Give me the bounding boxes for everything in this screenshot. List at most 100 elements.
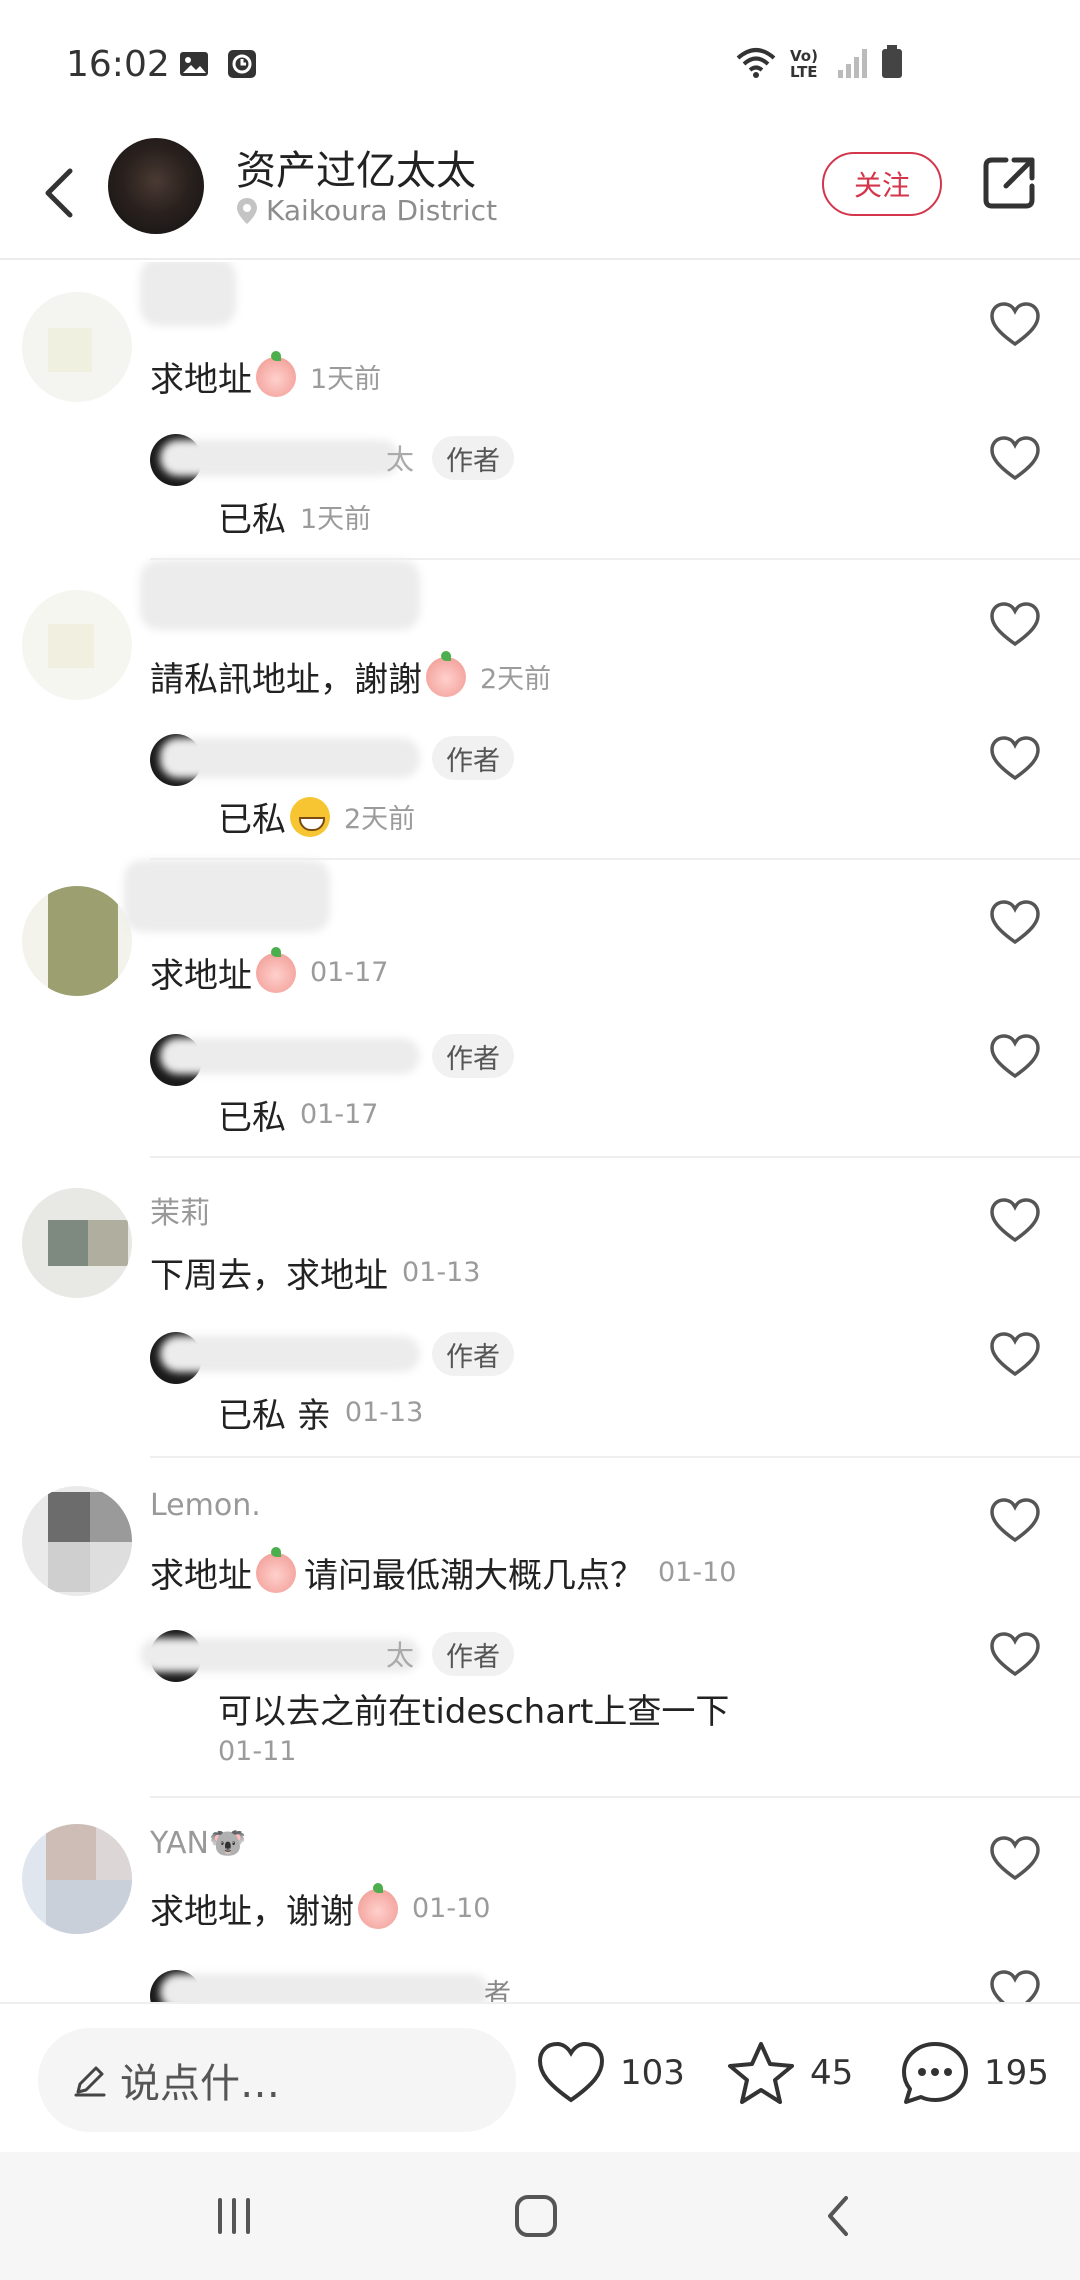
favorite-count: 45: [810, 2053, 854, 2093]
comment-thread: 求地址 01-17 作者 已私 01-17: [0, 860, 1080, 1158]
like-heart-icon[interactable]: [988, 1494, 1042, 1548]
share-external-icon: [983, 157, 1035, 209]
comment-text[interactable]: 求地址 01-17: [150, 946, 389, 997]
grinning-face-emoji: [290, 796, 330, 837]
commenter-avatar[interactable]: [22, 292, 132, 402]
battery-icon: [882, 45, 902, 78]
recent-apps-button[interactable]: [194, 2184, 274, 2248]
pleading-peach-emoji: [256, 946, 296, 993]
commenter-username[interactable]: YAN🐨: [150, 1826, 246, 1861]
share-button[interactable]: [978, 152, 1040, 214]
comment-thread: YAN🐨 求地址，谢谢 01-10 者: [0, 1798, 1080, 2002]
author-avatar[interactable]: [108, 138, 204, 234]
comment-text[interactable]: 請私訊地址，謝謝 2天前: [150, 650, 552, 701]
like-heart-icon[interactable]: [988, 598, 1042, 652]
reply-text[interactable]: 已私 2天前: [218, 792, 415, 841]
blurred-reply-username: [140, 1638, 420, 1672]
comment-text[interactable]: 下周去，求地址 01-13: [150, 1248, 480, 1297]
comment-text[interactable]: 求地址 1天前: [150, 350, 382, 401]
blurred-username: [124, 860, 330, 932]
commenter-avatar[interactable]: [22, 1824, 132, 1934]
back-button[interactable]: [30, 158, 90, 228]
like-heart-icon[interactable]: [988, 1030, 1042, 1084]
comment-time: 2天前: [480, 664, 552, 695]
chat-bubble-icon: [902, 2042, 968, 2104]
pencil-icon: [74, 2066, 106, 2097]
back-arrow-icon: [828, 2196, 848, 2236]
comment-text[interactable]: 求地址，谢谢 01-10: [150, 1882, 490, 1933]
comment-time: 1天前: [310, 364, 382, 395]
reply-time: 2天前: [344, 804, 416, 835]
author-badge: 作者: [432, 1332, 514, 1376]
like-heart-icon[interactable]: [988, 732, 1042, 786]
comment-button[interactable]: 195: [900, 2040, 1049, 2106]
like-heart-icon[interactable]: [988, 1628, 1042, 1682]
author-badge: 作者: [432, 736, 514, 780]
home-icon: [515, 2195, 557, 2237]
like-heart-icon[interactable]: [988, 1832, 1042, 1886]
comment-input[interactable]: 说点什…: [38, 2028, 516, 2132]
status-time: 16:02: [66, 44, 170, 85]
status-bar: 16:02 Vo) LTE: [0, 0, 1080, 130]
author-badge: 作者: [432, 1632, 514, 1676]
comment-count: 195: [984, 2053, 1049, 2093]
reply-time: 01-17: [300, 1099, 379, 1130]
system-navigation-bar: [0, 2152, 1080, 2280]
follow-button[interactable]: 关注: [822, 152, 942, 216]
pleading-peach-emoji: [256, 350, 296, 397]
home-button[interactable]: [496, 2184, 576, 2248]
blowing-kiss-peach-emoji: [358, 1882, 398, 1929]
comment-input-placeholder: 说点什…: [120, 2061, 280, 2107]
like-heart-icon[interactable]: [988, 1966, 1042, 2002]
blurred-username: [140, 262, 236, 326]
like-count: 103: [620, 2053, 685, 2093]
like-heart-icon[interactable]: [988, 432, 1042, 486]
comment-thread: 求地址 1天前 太 作者 已私 1天前: [0, 262, 1080, 560]
blowing-kiss-peach-emoji: [426, 650, 466, 697]
favorite-button[interactable]: 45: [726, 2040, 853, 2106]
signal-icon: [838, 49, 867, 78]
commenter-username[interactable]: 茉莉: [150, 1188, 210, 1232]
blurred-username: [140, 560, 420, 630]
reply-time: 01-13: [344, 1397, 424, 1428]
reply-text[interactable]: 已私 1天前: [218, 492, 371, 541]
location-pin-icon: [237, 197, 257, 224]
comment-thread: 請私訊地址，謝謝 2天前 作者 已私 2天前: [0, 560, 1080, 860]
like-button[interactable]: 103: [536, 2040, 685, 2106]
comment-time: 01-10: [658, 1557, 737, 1588]
comment-time: 01-13: [402, 1257, 481, 1288]
blurred-reply-username: [160, 1336, 420, 1372]
commenter-avatar[interactable]: [22, 1486, 132, 1596]
chevron-left-icon: [45, 168, 73, 218]
system-back-button[interactable]: [798, 2184, 878, 2248]
commenter-username[interactable]: Lemon.: [150, 1488, 261, 1523]
reply-text[interactable]: 可以去之前在tideschart上查一下: [218, 1684, 729, 1733]
like-heart-icon[interactable]: [988, 896, 1042, 950]
author-name[interactable]: 资产过亿太太: [236, 138, 476, 196]
reply-username-fragment: 太: [386, 1639, 415, 1672]
like-heart-icon[interactable]: [988, 1194, 1042, 1248]
comment-list[interactable]: 求地址 1天前 太 作者 已私 1天前 請私訊地址，謝謝 2天前 作者 已私 2…: [0, 262, 1080, 2002]
blurred-reply-username: [160, 738, 420, 778]
profile-header: 资产过亿太太 Kaikoura District 关注: [0, 130, 1080, 260]
commenter-avatar[interactable]: [22, 886, 132, 996]
comment-time: 01-17: [310, 957, 389, 988]
commenter-avatar[interactable]: [22, 1188, 132, 1298]
recent-apps-icon: [218, 2198, 250, 2234]
blurred-reply-username: [160, 1038, 420, 1074]
like-heart-icon[interactable]: [988, 298, 1042, 352]
reply-text[interactable]: 已私 亲 01-13: [218, 1388, 423, 1437]
comment-text[interactable]: 求地址 请问最低潮大概几点？ 01-10: [150, 1546, 737, 1597]
heart-icon: [537, 2041, 605, 2103]
pleading-peach-emoji: [256, 1546, 296, 1593]
wifi-icon: [736, 48, 776, 78]
comment-thread: Lemon. 求地址 请问最低潮大概几点？ 01-10 太 作者 可以去之前在t…: [0, 1458, 1080, 1798]
star-icon: [728, 2042, 794, 2104]
reply-username-fragment: 太: [386, 443, 415, 476]
reply-text[interactable]: 已私 01-17: [218, 1090, 378, 1139]
location-text: Kaikoura District: [266, 194, 498, 227]
like-heart-icon[interactable]: [988, 1328, 1042, 1382]
gallery-icon: [180, 52, 208, 76]
commenter-avatar[interactable]: [22, 590, 132, 700]
location-label[interactable]: Kaikoura District: [236, 194, 497, 227]
